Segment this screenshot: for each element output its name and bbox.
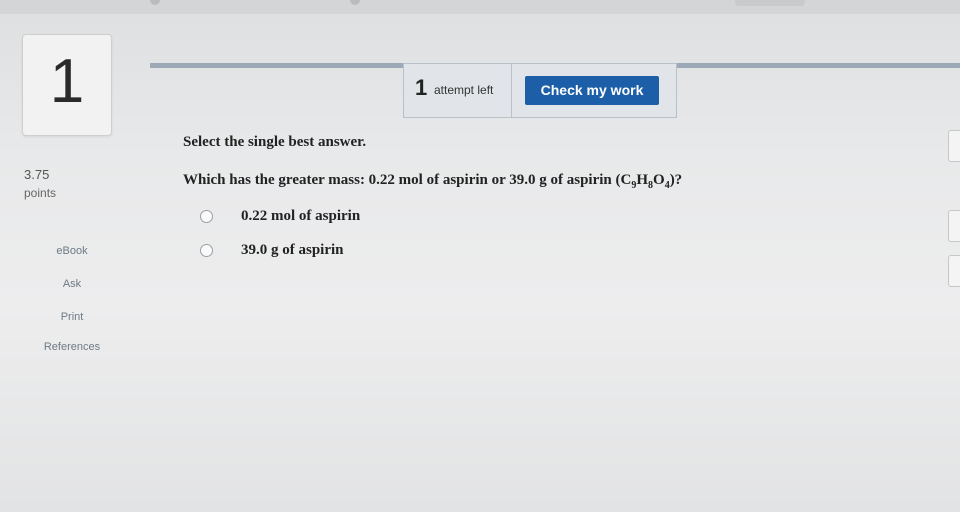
references-link[interactable]: References — [37, 341, 107, 353]
check-my-work-button[interactable]: Check my work — [525, 76, 659, 105]
side-tab[interactable] — [948, 255, 960, 287]
question-number: 1 — [49, 47, 85, 116]
panel-divider — [511, 64, 512, 117]
attempt-panel: 1 attempt left Check my work — [403, 63, 677, 118]
radio-button[interactable] — [200, 210, 213, 223]
attempts-count: 1 — [415, 75, 428, 100]
option-label: 0.22 mol of aspirin — [241, 208, 361, 224]
top-tab[interactable] — [735, 0, 805, 6]
radio-button[interactable] — [200, 244, 213, 257]
side-tab[interactable] — [948, 210, 960, 242]
points-value: 3.75 — [24, 167, 50, 182]
attempts-label: attempt left — [434, 83, 494, 97]
print-link[interactable]: Print — [37, 311, 107, 323]
top-indicator — [350, 0, 360, 5]
ask-link[interactable]: Ask — [37, 278, 107, 290]
ebook-link[interactable]: eBook — [37, 245, 107, 257]
browser-top-strip — [0, 0, 960, 14]
question-number-box: 1 — [22, 34, 112, 136]
option-label: 39.0 g of aspirin — [241, 242, 344, 258]
question-text: Which has the greater mass: 0.22 mol of … — [183, 172, 683, 191]
top-indicator — [150, 0, 160, 5]
instruction-text: Select the single best answer. — [183, 134, 367, 150]
side-tab[interactable] — [948, 130, 960, 162]
points-label: points — [24, 186, 57, 200]
